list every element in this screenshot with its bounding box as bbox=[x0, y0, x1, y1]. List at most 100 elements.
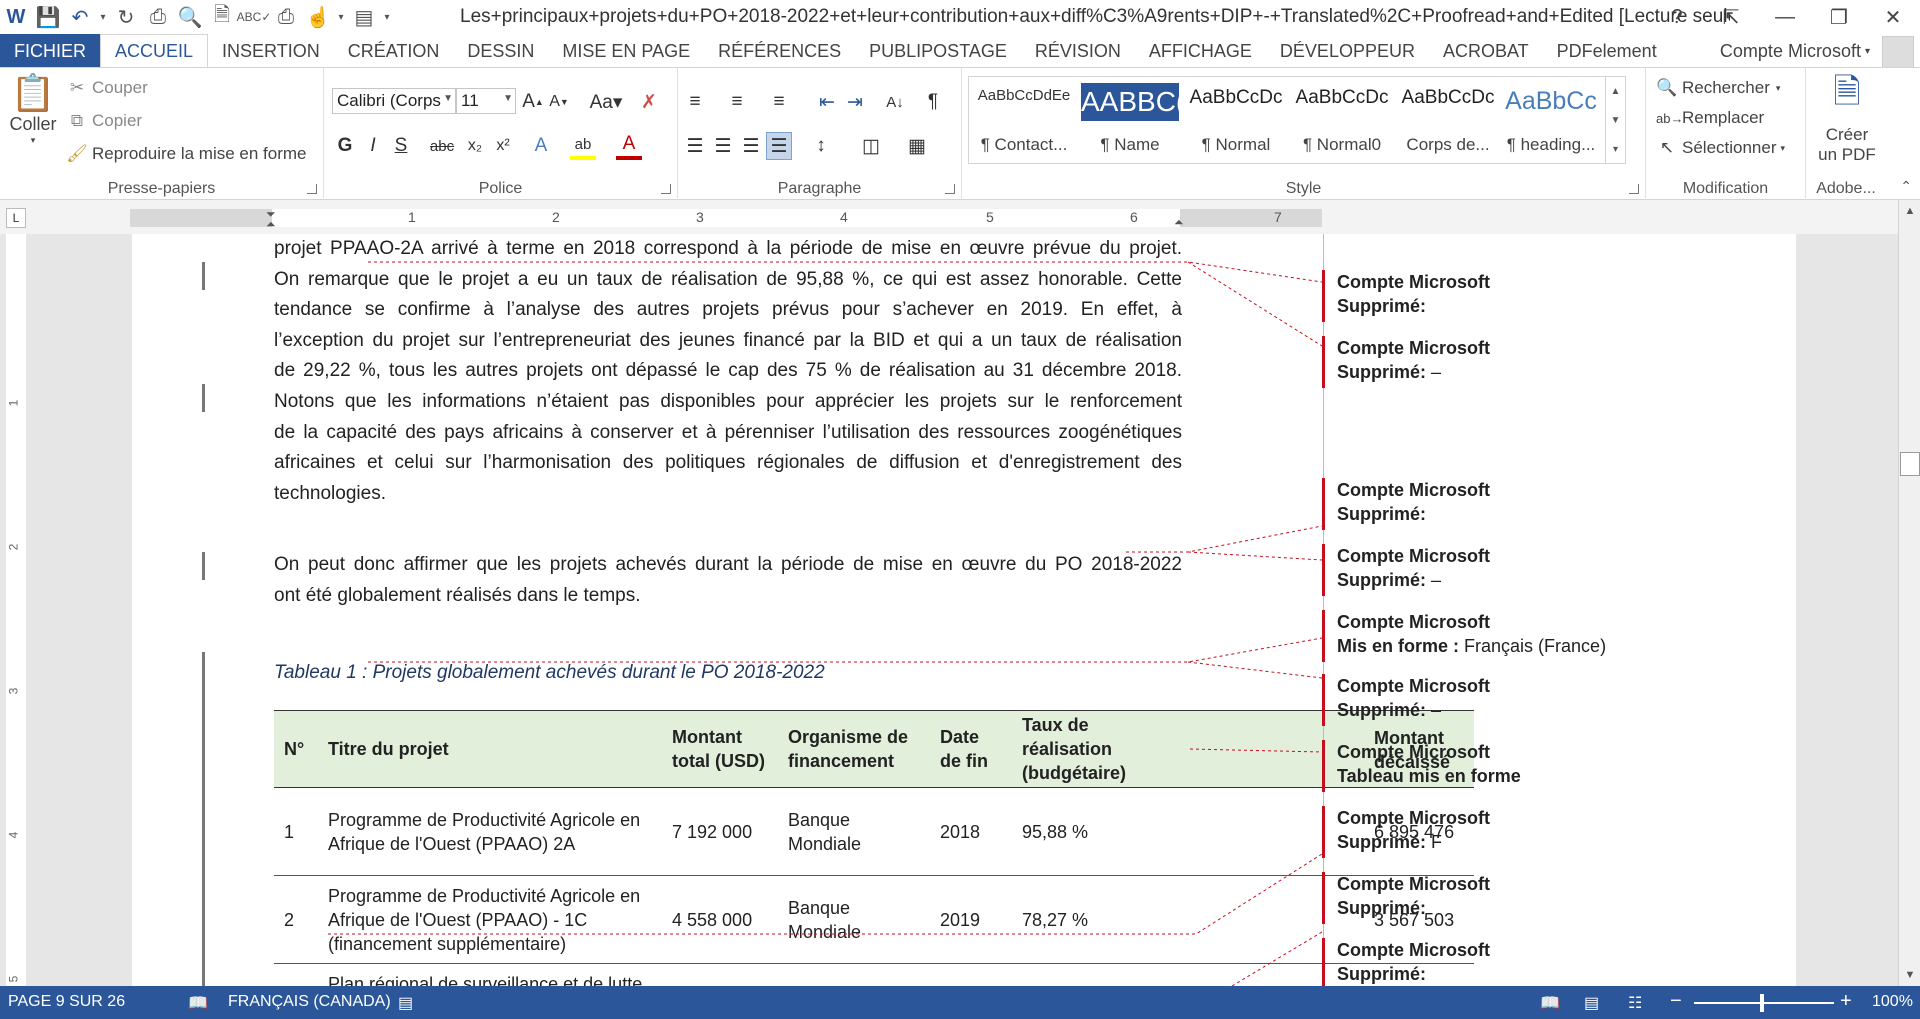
revision-balloon[interactable]: Compte Microsoft Supprimé: bbox=[1322, 872, 1762, 924]
toolbar-more-icon[interactable]: ▾ bbox=[380, 0, 394, 34]
zoom-slider-thumb[interactable] bbox=[1760, 994, 1764, 1012]
tab-insertion[interactable]: INSERTION bbox=[208, 34, 334, 68]
print-preview-icon[interactable]: 🔍 bbox=[174, 0, 206, 34]
tab-creation[interactable]: CRÉATION bbox=[334, 34, 454, 68]
layout-icon[interactable]: ▤ bbox=[348, 0, 380, 34]
tab-publipostage[interactable]: PUBLIPOSTAGE bbox=[855, 34, 1021, 68]
ribbon-display-button[interactable]: ⇱ bbox=[1704, 0, 1758, 34]
create-pdf-button[interactable]: 🗎 Créer un PDF bbox=[1812, 68, 1882, 165]
styles-more-icon[interactable]: ▾ bbox=[1605, 135, 1625, 163]
grow-font-icon[interactable]: A ▲ bbox=[520, 88, 546, 116]
italic-button[interactable]: I bbox=[360, 132, 386, 160]
revision-balloon[interactable]: Compte Microsoft Supprimé: bbox=[1322, 270, 1762, 322]
zoom-out-button[interactable]: − bbox=[1670, 990, 1682, 1013]
page-indicator[interactable]: PAGE 9 SUR 26 bbox=[8, 993, 125, 1011]
zoom-in-button[interactable]: + bbox=[1840, 990, 1852, 1013]
decrease-indent-icon[interactable]: ⇤ bbox=[814, 88, 840, 116]
word-app-icon[interactable]: W bbox=[0, 0, 32, 34]
revision-balloon[interactable]: Compte Microsoft Supprimé: – bbox=[1322, 674, 1762, 726]
replace-button[interactable]: ab→ Remplacer bbox=[1656, 108, 1764, 128]
tab-developpeur[interactable]: DÉVELOPPEUR bbox=[1266, 34, 1429, 68]
style-corps[interactable]: AaBbCcDc Corps de... bbox=[1395, 79, 1501, 161]
body-paragraph-2[interactable]: On peut donc affirmer que les projets ac… bbox=[274, 550, 1182, 611]
select-button[interactable]: ↖ Sélectionner ▾ bbox=[1656, 138, 1785, 158]
sort-icon[interactable]: A↓ bbox=[882, 88, 908, 116]
revision-balloon[interactable]: Compte Microsoft Tableau mis en forme bbox=[1322, 740, 1762, 792]
subscript-button[interactable]: x₂ bbox=[462, 132, 488, 160]
bold-button[interactable]: G bbox=[332, 132, 358, 160]
table-row[interactable]: 2 Programme de Productivité Agricole en A… bbox=[274, 876, 1474, 964]
scroll-down-icon[interactable]: ▼ bbox=[1899, 964, 1920, 986]
web-layout-icon[interactable]: ☷ bbox=[1628, 993, 1642, 1013]
style-name-selected[interactable]: AABBC(¶ Name bbox=[1077, 79, 1183, 161]
format-painter-button[interactable]: 🖌 Reproduire la mise en forme bbox=[66, 144, 306, 164]
shading-icon[interactable]: ◫ bbox=[858, 132, 884, 160]
increase-indent-icon[interactable]: ⇥ bbox=[842, 88, 868, 116]
account-menu[interactable]: Compte Microsoft ▾ bbox=[1720, 34, 1870, 68]
style-heading[interactable]: AaBbCc ¶ heading... bbox=[1501, 79, 1601, 161]
body-paragraph-1[interactable]: projet PPAAO-2A arrivé à terme en 2018 c… bbox=[274, 234, 1182, 509]
text-effects-icon[interactable]: A bbox=[528, 132, 554, 160]
save-icon[interactable]: 💾 bbox=[32, 0, 64, 34]
highlight-icon[interactable]: ab bbox=[570, 132, 596, 160]
tab-dessin[interactable]: DESSIN bbox=[453, 34, 548, 68]
paragraph-launcher-icon[interactable] bbox=[945, 184, 955, 194]
customize-toolbar-icon[interactable]: ▾ bbox=[334, 0, 348, 34]
close-button[interactable]: ✕ bbox=[1866, 0, 1920, 34]
styles-scroll-up-icon[interactable]: ▲ bbox=[1605, 77, 1625, 106]
language-indicator[interactable]: FRANÇAIS (CANADA) bbox=[228, 993, 391, 1011]
quick-print-icon[interactable]: ⎙ bbox=[270, 0, 302, 34]
tab-acrobat[interactable]: ACROBAT bbox=[1429, 34, 1543, 68]
revision-balloon[interactable]: Compte Microsoft Supprimé: F bbox=[1322, 806, 1762, 858]
tab-fichier[interactable]: FICHIER bbox=[0, 34, 100, 68]
scroll-thumb[interactable] bbox=[1900, 452, 1920, 476]
spelling-icon[interactable]: ABC✓ bbox=[237, 0, 272, 34]
revision-balloon[interactable]: Compte Microsoft Supprimé: bbox=[1322, 478, 1762, 530]
proofing-icon[interactable]: 📖 bbox=[188, 993, 208, 1013]
maximize-button[interactable]: ❐ bbox=[1812, 0, 1866, 34]
cut-button[interactable]: ✂ Couper bbox=[66, 78, 148, 98]
clear-formatting-icon[interactable]: ✗ bbox=[636, 88, 662, 116]
tab-mise-en-page[interactable]: MISE EN PAGE bbox=[548, 34, 704, 68]
minimize-button[interactable]: — bbox=[1758, 0, 1812, 34]
table-caption[interactable]: Tableau 1 : Projets globalement achevés … bbox=[274, 662, 825, 684]
print-icon[interactable]: ⎙ bbox=[142, 0, 174, 34]
new-document-icon[interactable]: 🗎 bbox=[206, 0, 238, 34]
shrink-font-icon[interactable]: A ▼ bbox=[546, 88, 572, 116]
collapse-ribbon-icon[interactable]: ⌃ bbox=[1900, 178, 1912, 195]
horizontal-ruler[interactable]: ⏷ ⏶ ⏶ 1 2 3 4 5 6 7 bbox=[130, 207, 1322, 231]
strikethrough-button[interactable]: abc bbox=[424, 132, 460, 160]
align-center-icon[interactable]: ☰ bbox=[710, 132, 736, 160]
numbering-icon[interactable]: ≡ bbox=[724, 88, 750, 116]
undo-icon[interactable]: ↶ bbox=[64, 0, 96, 34]
align-right-icon[interactable]: ☰ bbox=[738, 132, 764, 160]
find-button[interactable]: 🔍 Rechercher ▾ bbox=[1656, 78, 1780, 98]
tab-revision[interactable]: RÉVISION bbox=[1021, 34, 1135, 68]
tab-references[interactable]: RÉFÉRENCES bbox=[704, 34, 855, 68]
tab-affichage[interactable]: AFFICHAGE bbox=[1135, 34, 1266, 68]
tab-accueil[interactable]: ACCUEIL bbox=[100, 34, 209, 68]
justify-icon[interactable]: ☰ bbox=[766, 132, 792, 160]
underline-button[interactable]: S bbox=[388, 132, 414, 160]
copy-button[interactable]: ⧉ Copier bbox=[66, 111, 142, 131]
font-color-icon[interactable]: A bbox=[616, 132, 642, 160]
help-button[interactable]: ? bbox=[1650, 0, 1704, 34]
revision-balloon[interactable]: Compte Microsoft Supprimé: – bbox=[1322, 336, 1762, 388]
scroll-up-icon[interactable]: ▲ bbox=[1899, 200, 1920, 222]
document-page[interactable]: projet PPAAO-2A arrivé à terme en 2018 c… bbox=[132, 234, 1796, 986]
macro-icon[interactable]: ▤ bbox=[398, 993, 413, 1013]
vertical-scrollbar[interactable]: ▲ ▼ bbox=[1898, 200, 1920, 986]
zoom-level[interactable]: 100% bbox=[1872, 993, 1913, 1011]
redo-icon[interactable]: ↻ bbox=[110, 0, 142, 34]
revision-balloon[interactable]: Compte Microsoft Supprimé: bbox=[1322, 938, 1762, 986]
read-mode-icon[interactable]: 📖 bbox=[1540, 993, 1560, 1013]
multilevel-list-icon[interactable]: ≡ bbox=[766, 88, 792, 116]
tab-selector-icon[interactable]: L bbox=[6, 208, 26, 228]
align-left-icon[interactable]: ☰ bbox=[682, 132, 708, 160]
revision-balloon[interactable]: Compte Microsoft Supprimé: – bbox=[1322, 544, 1762, 596]
revision-balloon[interactable]: Compte Microsoft Mis en forme : Français … bbox=[1322, 610, 1762, 662]
touch-mode-icon[interactable]: ☝ bbox=[302, 0, 334, 34]
hanging-indent-icon[interactable]: ⏶ bbox=[266, 217, 276, 232]
vertical-ruler[interactable]: 1 2 3 4 5 bbox=[6, 234, 26, 986]
paste-button[interactable]: 📋 Coller ▾ bbox=[8, 72, 58, 146]
